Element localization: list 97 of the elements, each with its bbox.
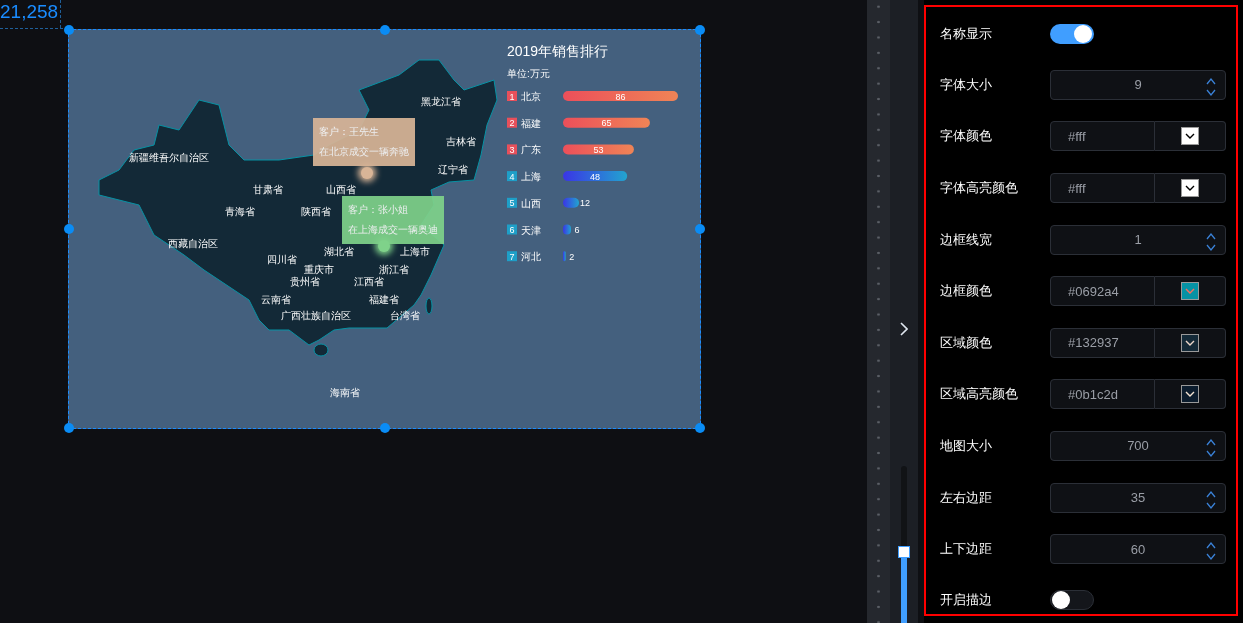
number-input[interactable]: 9: [1050, 69, 1226, 100]
resize-handle[interactable]: [64, 25, 74, 35]
resize-handle[interactable]: [64, 423, 74, 433]
resize-handle[interactable]: [379, 25, 390, 35]
color-input[interactable]: #132937: [1050, 327, 1155, 358]
number-input[interactable]: 700: [1050, 431, 1226, 461]
province-label: 云南省: [261, 294, 291, 306]
coordinate-readout: 21,258: [0, 0, 62, 28]
region-name: 天津: [521, 224, 541, 236]
setting-label: 字体大小: [940, 75, 993, 94]
color-input[interactable]: #fff: [1050, 173, 1155, 203]
province-label: 辽宁省: [438, 164, 468, 176]
color-picker[interactable]: [1155, 276, 1226, 307]
province-label: 上海市: [400, 246, 430, 258]
province-label: 海南省: [330, 387, 360, 399]
province-label: 江西省: [354, 276, 384, 288]
province-label: 浙江省: [379, 264, 409, 276]
province-label: 湖北省: [324, 246, 354, 258]
number-input[interactable]: 60: [1050, 534, 1226, 565]
color-picker[interactable]: [1155, 327, 1226, 358]
chevron-icon: [1185, 133, 1195, 140]
sales-bar: [563, 171, 628, 182]
rank-number: 3: [509, 144, 515, 155]
bar-value: 6: [574, 225, 580, 235]
sales-bar: [563, 144, 634, 155]
province-label: 贵州省: [290, 276, 320, 288]
color-picker[interactable]: [1155, 173, 1226, 203]
resize-handle[interactable]: [695, 25, 705, 35]
setting-label: 边框颜色: [940, 282, 993, 301]
sales-bar: [563, 251, 566, 262]
resize-handle[interactable]: [379, 423, 390, 433]
setting-label: 开启描边: [940, 590, 993, 609]
region-name: 广东: [521, 144, 541, 156]
chevron-icon: [1185, 185, 1195, 191]
province-label: 陕西省: [301, 206, 331, 218]
slider-thumb[interactable]: [898, 546, 910, 559]
setting-label: 区域高亮颜色: [940, 385, 1019, 404]
chevron-icon: [1185, 288, 1195, 295]
resize-handle[interactable]: [695, 423, 705, 433]
province-label: 甘肃省: [253, 184, 283, 196]
rank-number: 2: [509, 118, 515, 129]
bar-value: 86: [615, 91, 626, 102]
number-input[interactable]: 35: [1050, 482, 1226, 513]
sales-bar: [563, 197, 580, 208]
region-name: 山西: [521, 197, 541, 209]
color-input[interactable]: #0b1c2d: [1050, 379, 1155, 410]
province-label: 西藏自治区: [168, 238, 218, 250]
toggle-switch[interactable]: [1050, 589, 1094, 610]
setting-label: 边框线宽: [940, 230, 993, 249]
setting-label: 上下边距: [940, 540, 993, 559]
chevron-icon: [1185, 339, 1195, 346]
rank-number: 6: [509, 225, 515, 235]
resize-handle[interactable]: [695, 224, 705, 234]
color-picker[interactable]: [1155, 121, 1226, 152]
setting-label: 地图大小: [940, 437, 993, 455]
rank-number: 5: [509, 198, 515, 209]
setting-label: 字体颜色: [940, 127, 993, 146]
rank-number: 1: [509, 91, 515, 102]
province-label: 黑龙江省: [421, 96, 461, 108]
bar-value: 53: [593, 144, 604, 155]
zoom-slider[interactable]: [901, 466, 907, 623]
bar-value: 2: [569, 251, 575, 262]
toggle-switch[interactable]: [1050, 24, 1094, 45]
region-name: 福建: [521, 117, 541, 129]
region-name: 上海: [521, 171, 541, 183]
bar-value: 48: [590, 171, 601, 182]
color-input[interactable]: #0692a4: [1050, 276, 1155, 307]
setting-label: 区域颜色: [940, 333, 993, 352]
province-label: 山西省: [326, 184, 356, 196]
province-label: 四川省: [267, 254, 297, 266]
bar-value: 12: [580, 198, 591, 209]
province-label: 重庆市: [304, 264, 334, 276]
province-label: 吉林省: [446, 136, 476, 148]
region-name: 河北: [521, 251, 541, 263]
province-label: 广西壮族自治区: [281, 310, 351, 322]
color-picker[interactable]: [1155, 379, 1226, 410]
setting-label: 名称显示: [940, 25, 993, 44]
rank-number: 4: [509, 171, 515, 182]
rank-number: 7: [509, 251, 515, 262]
number-input[interactable]: 1: [1050, 224, 1226, 255]
sales-bar: [563, 224, 571, 235]
region-name: 北京: [521, 91, 541, 102]
chart-title: 2019年销售排行: [507, 43, 609, 59]
resize-handle[interactable]: [64, 224, 74, 234]
customer-text: 客户：张小姐: [348, 203, 409, 217]
color-input[interactable]: #fff: [1050, 121, 1155, 152]
customer-text: 客户：王先生: [319, 125, 380, 139]
chevron-icon: [1185, 391, 1195, 398]
province-label: 台湾省: [390, 310, 420, 322]
bar-value: 65: [601, 118, 612, 129]
setting-label: 字体高亮颜色: [940, 179, 1019, 197]
province-label: 新疆维吾尔自治区: [129, 152, 209, 164]
setting-label: 左右边距: [940, 488, 993, 507]
deal-text: 在上海成交一辆奥迪: [348, 223, 438, 237]
province-label: 青海省: [225, 206, 255, 218]
unit-label: 单位:万元: [507, 68, 550, 79]
province-label: 福建省: [369, 294, 399, 306]
